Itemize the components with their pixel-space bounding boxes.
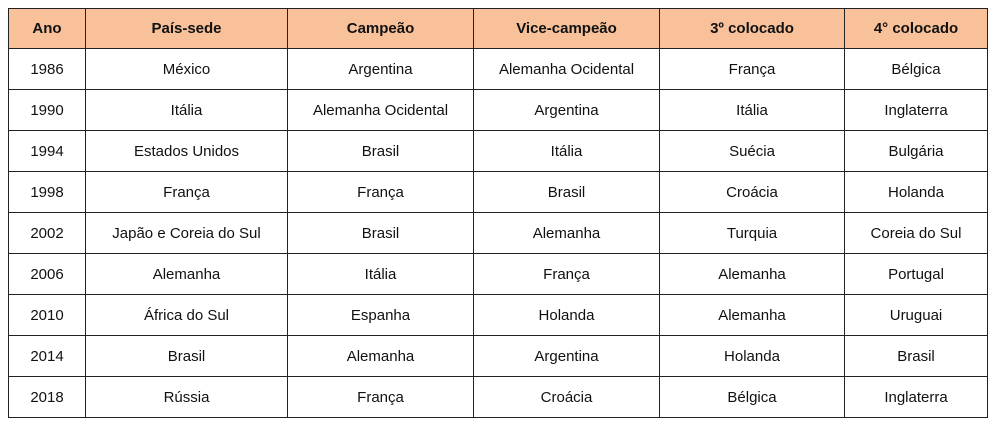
cell-campeao: França xyxy=(287,171,474,213)
cell-terceiro-colocado: Holanda xyxy=(659,335,845,377)
table-body: 1986 México Argentina Alemanha Ocidental Fra… xyxy=(8,48,988,418)
table-row: 1998 França França Brasil Croácia Holanda xyxy=(8,171,988,213)
table-row: 1986 México Argentina Alemanha Ocidental Fra… xyxy=(8,48,988,90)
cell-pais-sede: Japão e Coreia do Sul xyxy=(85,212,288,254)
cell-campeao: Brasil xyxy=(287,212,474,254)
table-row: 2018 Rússia França Croácia Bélgica Inglaterra xyxy=(8,376,988,418)
cell-vice-campeao: Argentina xyxy=(473,335,660,377)
table-row: 2002 Japão e Coreia do Sul Brasil Alemanha T… xyxy=(8,212,988,254)
cell-pais-sede: África do Sul xyxy=(85,294,288,336)
table-row: 1990 Itália Alemanha Ocidental Argentina Itá… xyxy=(8,89,988,131)
table-row: 1994 Estados Unidos Brasil Itália Suécia Bulg… xyxy=(8,130,988,172)
table-row: 2010 África do Sul Espanha Holanda Alemanha U… xyxy=(8,294,988,336)
cell-ano: 2010 xyxy=(8,294,86,336)
table-row: 2006 Alemanha Itália França Alemanha Portugal xyxy=(8,253,988,295)
cell-ano: 1990 xyxy=(8,89,86,131)
cell-ano: 2014 xyxy=(8,335,86,377)
header-campeao: Campeão xyxy=(287,8,474,49)
cell-terceiro-colocado: Itália xyxy=(659,89,845,131)
cell-vice-campeao: Alemanha Ocidental xyxy=(473,48,660,90)
cell-quarto-colocado: Coreia do Sul xyxy=(844,212,988,254)
cell-quarto-colocado: Portugal xyxy=(844,253,988,295)
cell-campeao: Brasil xyxy=(287,130,474,172)
cell-terceiro-colocado: Croácia xyxy=(659,171,845,213)
cell-vice-campeao: Brasil xyxy=(473,171,660,213)
cell-quarto-colocado: Brasil xyxy=(844,335,988,377)
cell-ano: 2018 xyxy=(8,376,86,418)
cell-terceiro-colocado: Turquia xyxy=(659,212,845,254)
cell-quarto-colocado: Bélgica xyxy=(844,48,988,90)
cell-pais-sede: Alemanha xyxy=(85,253,288,295)
table-row: 2014 Brasil Alemanha Argentina Holanda Brasil xyxy=(8,335,988,377)
cell-vice-campeao: Itália xyxy=(473,130,660,172)
cell-vice-campeao: França xyxy=(473,253,660,295)
header-vice-campeao: Vice-campeão xyxy=(473,8,660,49)
cell-pais-sede: Estados Unidos xyxy=(85,130,288,172)
cell-ano: 2006 xyxy=(8,253,86,295)
cell-vice-campeao: Croácia xyxy=(473,376,660,418)
cell-terceiro-colocado: Alemanha xyxy=(659,253,845,295)
cell-pais-sede: França xyxy=(85,171,288,213)
cell-vice-campeao: Holanda xyxy=(473,294,660,336)
cell-quarto-colocado: Inglaterra xyxy=(844,89,988,131)
cell-quarto-colocado: Bulgária xyxy=(844,130,988,172)
cell-quarto-colocado: Uruguai xyxy=(844,294,988,336)
cell-campeao: França xyxy=(287,376,474,418)
cell-pais-sede: Itália xyxy=(85,89,288,131)
header-pais-sede: País-sede xyxy=(85,8,288,49)
cell-quarto-colocado: Holanda xyxy=(844,171,988,213)
cell-campeao: Itália xyxy=(287,253,474,295)
cell-campeao: Espanha xyxy=(287,294,474,336)
header-quarto-colocado: 4° colocado xyxy=(844,8,988,49)
cell-quarto-colocado: Inglaterra xyxy=(844,376,988,418)
world-cup-results-table: Ano País-sede Campeão Vice-campeão 3º co… xyxy=(8,8,988,418)
cell-terceiro-colocado: Alemanha xyxy=(659,294,845,336)
cell-pais-sede: México xyxy=(85,48,288,90)
cell-pais-sede: Brasil xyxy=(85,335,288,377)
cell-campeao: Argentina xyxy=(287,48,474,90)
header-ano: Ano xyxy=(8,8,86,49)
world-cup-results-table-wrapper: Ano País-sede Campeão Vice-campeão 3º co… xyxy=(8,8,988,418)
header-terceiro-colocado: 3º colocado xyxy=(659,8,845,49)
cell-ano: 2002 xyxy=(8,212,86,254)
cell-terceiro-colocado: Suécia xyxy=(659,130,845,172)
header-row: Ano País-sede Campeão Vice-campeão 3º co… xyxy=(8,8,988,49)
cell-terceiro-colocado: França xyxy=(659,48,845,90)
cell-ano: 1986 xyxy=(8,48,86,90)
cell-ano: 1998 xyxy=(8,171,86,213)
cell-pais-sede: Rússia xyxy=(85,376,288,418)
cell-terceiro-colocado: Bélgica xyxy=(659,376,845,418)
cell-campeao: Alemanha Ocidental xyxy=(287,89,474,131)
cell-campeao: Alemanha xyxy=(287,335,474,377)
cell-vice-campeao: Argentina xyxy=(473,89,660,131)
table-header: Ano País-sede Campeão Vice-campeão 3º co… xyxy=(8,8,988,49)
cell-ano: 1994 xyxy=(8,130,86,172)
cell-vice-campeao: Alemanha xyxy=(473,212,660,254)
